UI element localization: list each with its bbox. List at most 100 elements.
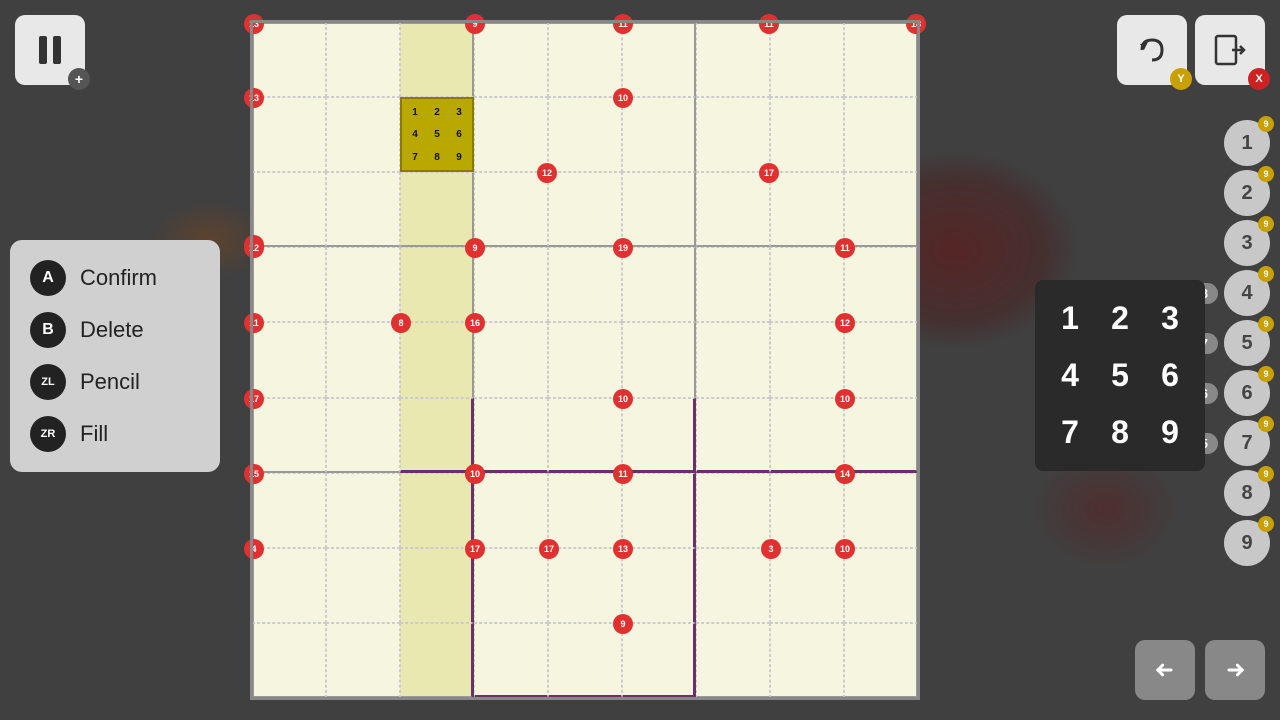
grid-cell[interactable]: 14 (844, 473, 918, 548)
grid-cell[interactable] (474, 97, 548, 172)
grid-cell[interactable] (548, 322, 622, 397)
num-circle-5[interactable]: 59 (1224, 320, 1270, 366)
grid-cell[interactable] (326, 22, 400, 97)
keypad-5[interactable]: 5 (1097, 349, 1143, 402)
menu-item-confirm[interactable]: A Confirm (26, 252, 204, 304)
grid-cell[interactable] (770, 172, 844, 247)
grid-cell[interactable]: 7 (252, 172, 326, 247)
grid-cell[interactable] (252, 623, 326, 698)
menu-item-delete[interactable]: B Delete (26, 304, 204, 356)
grid-cell[interactable]: 9 (622, 623, 696, 698)
grid-cell[interactable] (770, 322, 844, 397)
grid-cell[interactable] (548, 623, 622, 698)
keypad-3[interactable]: 3 (1147, 292, 1193, 345)
grid-cell[interactable] (844, 97, 918, 172)
grid-cell[interactable] (622, 322, 696, 397)
grid-cell[interactable] (548, 398, 622, 473)
grid-cell[interactable] (844, 172, 918, 247)
keypad-7[interactable]: 7 (1047, 406, 1093, 459)
grid-cell[interactable] (326, 322, 400, 397)
grid-cell[interactable] (400, 247, 474, 322)
grid-cell[interactable]: 11 (696, 22, 770, 97)
keypad-1[interactable]: 1 (1047, 292, 1093, 345)
grid-cell[interactable] (400, 548, 474, 623)
grid-cell[interactable] (548, 97, 622, 172)
grid-cell[interactable] (400, 22, 474, 97)
grid-cell[interactable] (770, 623, 844, 698)
grid-cell[interactable] (696, 322, 770, 397)
pause-button[interactable]: + (15, 15, 85, 85)
grid-cell[interactable]: 12 (474, 172, 548, 247)
grid-cell[interactable]: 17 (474, 548, 548, 623)
grid-cell[interactable] (548, 22, 622, 97)
grid-cell[interactable]: 17 (696, 172, 770, 247)
grid-cell[interactable] (326, 548, 400, 623)
grid-cell[interactable] (770, 398, 844, 473)
keypad-6[interactable]: 6 (1147, 349, 1193, 402)
grid-cell[interactable]: 18 (844, 22, 918, 97)
undo-button[interactable]: Y (1117, 15, 1187, 85)
grid-cell[interactable] (326, 473, 400, 548)
num-circle-1[interactable]: 19 (1224, 120, 1270, 166)
grid-cell[interactable]: 13 (252, 22, 326, 97)
grid-cell[interactable] (548, 247, 622, 322)
grid-cell[interactable]: 11 (622, 473, 696, 548)
grid-cell[interactable]: 10 (474, 473, 548, 548)
menu-item-pencil[interactable]: ZL Pencil (26, 356, 204, 408)
num-circle-2[interactable]: 29 (1224, 170, 1270, 216)
grid-cell[interactable]: 17 (548, 548, 622, 623)
grid-cell[interactable]: 10 (844, 398, 918, 473)
grid-cell[interactable]: 10 (844, 548, 918, 623)
num-circle-3[interactable]: 39 (1224, 220, 1270, 266)
redo-bottom-button[interactable] (1205, 640, 1265, 700)
grid-cell[interactable] (400, 623, 474, 698)
menu-item-fill[interactable]: ZR Fill (26, 408, 204, 460)
grid-cell[interactable] (474, 623, 548, 698)
exit-button[interactable]: X (1195, 15, 1265, 85)
grid-cell[interactable]: 17 (252, 398, 326, 473)
keypad-4[interactable]: 4 (1047, 349, 1093, 402)
grid-cell[interactable] (696, 473, 770, 548)
grid-cell[interactable] (770, 22, 844, 97)
grid-cell[interactable]: 123456789 (400, 97, 474, 172)
grid-cell[interactable] (326, 623, 400, 698)
grid-cell[interactable]: 15 (252, 473, 326, 548)
undo-bottom-button[interactable] (1135, 640, 1195, 700)
grid-cell[interactable]: 4 (252, 548, 326, 623)
grid-cell[interactable]: 8 (400, 322, 474, 397)
num-circle-8[interactable]: 89 (1224, 470, 1270, 516)
grid-cell[interactable] (326, 398, 400, 473)
grid-cell[interactable]: 10 (622, 97, 696, 172)
keypad-2[interactable]: 2 (1097, 292, 1143, 345)
num-circle-9[interactable]: 99 (1224, 520, 1270, 566)
grid-cell[interactable] (622, 172, 696, 247)
grid-cell[interactable] (548, 473, 622, 548)
grid-cell[interactable]: 3 (770, 548, 844, 623)
grid-cell[interactable] (770, 97, 844, 172)
grid-cell[interactable]: 10 (622, 398, 696, 473)
grid-cell[interactable]: 13 (622, 548, 696, 623)
grid-cell[interactable]: 12 (252, 247, 326, 322)
grid-cell[interactable] (400, 172, 474, 247)
grid-cell[interactable]: 11 (622, 22, 696, 97)
grid-cell[interactable] (400, 473, 474, 548)
grid-cell[interactable] (844, 623, 918, 698)
grid-cell[interactable] (696, 398, 770, 473)
grid-cell[interactable]: 11 (252, 322, 326, 397)
grid-cell[interactable] (326, 247, 400, 322)
keypad-9[interactable]: 9 (1147, 406, 1193, 459)
keypad-8[interactable]: 8 (1097, 406, 1143, 459)
grid-cell[interactable] (548, 172, 622, 247)
num-circle-4[interactable]: 49 (1224, 270, 1270, 316)
grid-cell[interactable]: 12 (844, 322, 918, 397)
grid-cell[interactable]: 9 (474, 22, 548, 97)
grid-cell[interactable] (770, 473, 844, 548)
num-circle-7[interactable]: 79 (1224, 420, 1270, 466)
grid-cell[interactable] (474, 398, 548, 473)
grid-cell[interactable] (326, 172, 400, 247)
grid-cell[interactable]: 9 (474, 247, 548, 322)
grid-cell[interactable]: 16 (474, 322, 548, 397)
grid-cell[interactable]: 11 (844, 247, 918, 322)
grid-cell[interactable]: 13 (252, 97, 326, 172)
num-circle-6[interactable]: 69 (1224, 370, 1270, 416)
